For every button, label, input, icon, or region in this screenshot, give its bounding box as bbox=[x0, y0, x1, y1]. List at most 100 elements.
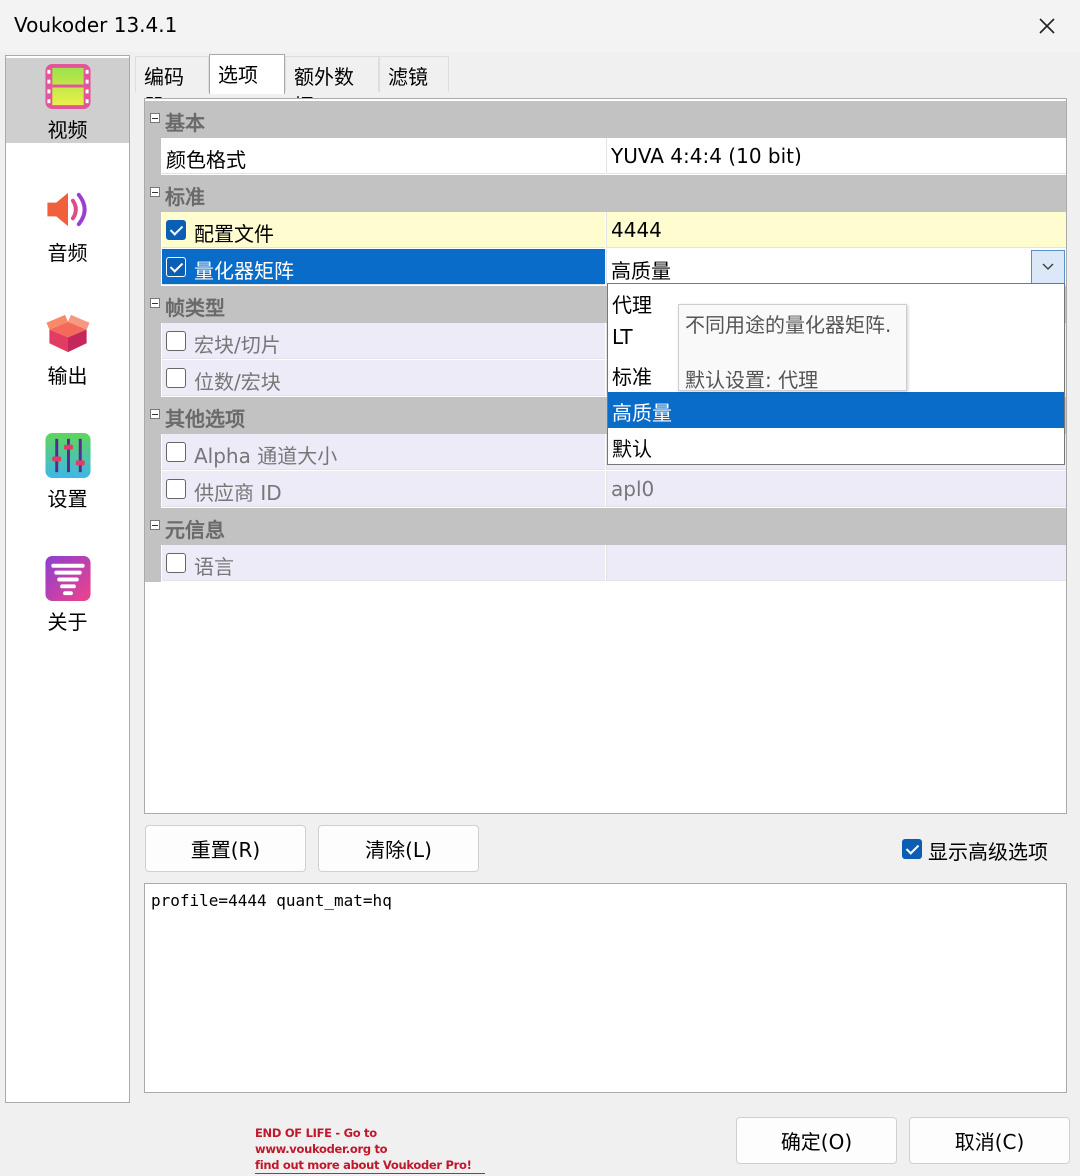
tooltip-default: 默认设置: 代理 bbox=[685, 368, 819, 392]
collapse-icon[interactable] bbox=[150, 520, 160, 530]
tooltip-description: 不同用途的量化器矩阵. bbox=[685, 313, 892, 337]
property-name-cell: 供应商 ID bbox=[162, 471, 605, 507]
dropdown-button[interactable] bbox=[1031, 250, 1065, 284]
property-name-cell: 颜色格式 bbox=[162, 138, 605, 174]
category-standard[interactable]: 标准 bbox=[145, 175, 1066, 212]
property-value-cell[interactable]: apl0 bbox=[606, 471, 1066, 507]
macroblock-slice-checkbox[interactable] bbox=[166, 331, 186, 351]
bits-per-mb-checkbox[interactable] bbox=[166, 368, 186, 388]
property-value: 4444 bbox=[611, 218, 662, 242]
title-bar: Voukoder 13.4.1 bbox=[0, 0, 1080, 52]
sidebar: 视频 音频 输出 设置 关于 bbox=[5, 55, 130, 1103]
property-name-cell: 语言 bbox=[162, 545, 605, 581]
box-icon bbox=[45, 314, 90, 353]
row-gutter bbox=[145, 471, 161, 508]
clear-button[interactable]: 清除(L) bbox=[318, 825, 479, 872]
property-value: 高质量 bbox=[611, 259, 671, 283]
profile-checkbox[interactable] bbox=[166, 220, 186, 240]
dropdown-option-selected[interactable]: 高质量 bbox=[608, 392, 1064, 428]
row-gutter bbox=[145, 360, 161, 397]
command-line-textarea[interactable]: profile=4444 quant_mat=hq bbox=[144, 883, 1067, 1093]
tornado-icon bbox=[44, 555, 91, 602]
category-label: 元信息 bbox=[165, 518, 225, 542]
category-label: 帧类型 bbox=[165, 296, 225, 320]
tab-label: 滤镜 bbox=[388, 65, 428, 89]
sidebar-item-label: 视频 bbox=[47, 118, 88, 142]
quant-matrix-checkbox[interactable] bbox=[166, 257, 186, 277]
sidebar-item-label: 输出 bbox=[47, 364, 88, 388]
sliders-icon bbox=[44, 432, 91, 479]
reset-button[interactable]: 重置(R) bbox=[145, 825, 306, 872]
sidebar-item-about[interactable]: 关于 bbox=[6, 550, 129, 635]
property-name-cell: 配置文件 bbox=[162, 212, 605, 248]
collapse-icon[interactable] bbox=[150, 113, 160, 123]
sidebar-item-label: 关于 bbox=[47, 610, 88, 634]
property-name-cell: Alpha 通道大小 bbox=[162, 434, 605, 470]
property-name: 量化器矩阵 bbox=[194, 259, 294, 283]
row-gutter bbox=[145, 434, 161, 471]
collapse-icon[interactable] bbox=[150, 409, 160, 419]
category-label: 标准 bbox=[165, 185, 205, 209]
row-gutter bbox=[145, 249, 161, 286]
eol-text-line: find out more about Voukoder Pro! bbox=[255, 1157, 485, 1174]
sidebar-item-video[interactable]: 视频 bbox=[6, 58, 129, 143]
sidebar-item-label: 音频 bbox=[47, 241, 88, 265]
sidebar-item-label: 设置 bbox=[47, 487, 88, 511]
video-icon bbox=[44, 63, 91, 110]
sidebar-item-audio[interactable]: 音频 bbox=[6, 181, 129, 266]
property-value-cell[interactable]: 4444 bbox=[606, 212, 1066, 248]
show-advanced-checkbox[interactable] bbox=[902, 839, 922, 859]
row-gutter bbox=[145, 323, 161, 360]
property-name-cell: 位数/宏块 bbox=[162, 360, 605, 396]
category-label: 其他选项 bbox=[165, 407, 245, 431]
property-row-language[interactable]: 语言 bbox=[145, 545, 1066, 582]
close-icon bbox=[1039, 18, 1055, 34]
property-name: Alpha 通道大小 bbox=[194, 444, 338, 468]
close-button[interactable] bbox=[1024, 6, 1070, 46]
alpha-bits-checkbox[interactable] bbox=[166, 442, 186, 462]
window-title: Voukoder 13.4.1 bbox=[14, 13, 178, 37]
ok-button[interactable]: 确定(O) bbox=[736, 1117, 897, 1164]
property-name: 语言 bbox=[194, 555, 234, 579]
sidebar-item-settings[interactable]: 设置 bbox=[6, 427, 129, 512]
property-row-profile[interactable]: 配置文件 4444 bbox=[145, 212, 1066, 249]
dropdown-option[interactable]: 默认 bbox=[608, 428, 1064, 464]
speaker-icon bbox=[46, 192, 87, 227]
chevron-down-icon bbox=[1042, 263, 1054, 270]
row-gutter bbox=[145, 545, 161, 582]
property-row-vendor-id[interactable]: 供应商 ID apl0 bbox=[145, 471, 1066, 508]
tab-encoder[interactable]: 编码器 bbox=[135, 56, 209, 118]
tab-filters[interactable]: 滤镜 bbox=[379, 56, 449, 92]
property-value-cell[interactable]: YUVA 4:4:4 (10 bit) bbox=[606, 138, 1066, 174]
tab-options[interactable]: 选项 bbox=[209, 54, 285, 94]
eol-text-line: END OF LIFE - Go to www.voukoder.org to bbox=[255, 1126, 388, 1156]
row-gutter bbox=[145, 212, 161, 249]
property-name: 配置文件 bbox=[194, 222, 274, 246]
property-name: 供应商 ID bbox=[194, 481, 282, 505]
end-of-life-link[interactable]: END OF LIFE - Go to www.voukoder.org to … bbox=[255, 1125, 485, 1174]
property-name-cell: 宏块/切片 bbox=[162, 323, 605, 359]
tab-label: 选项 bbox=[218, 63, 258, 87]
property-row-color-format[interactable]: 颜色格式 YUVA 4:4:4 (10 bit) bbox=[145, 138, 1066, 175]
property-value: YUVA 4:4:4 (10 bit) bbox=[611, 144, 802, 168]
tooltip: 不同用途的量化器矩阵. 默认设置: 代理 bbox=[678, 304, 907, 392]
property-name-cell: 量化器矩阵 bbox=[162, 249, 605, 285]
property-name: 位数/宏块 bbox=[194, 370, 281, 394]
tab-extra-data[interactable]: 额外数据 bbox=[285, 56, 379, 118]
cancel-button[interactable]: 取消(C) bbox=[909, 1117, 1070, 1164]
property-value-cell[interactable] bbox=[606, 545, 1066, 581]
property-value: apl0 bbox=[611, 477, 655, 501]
vendor-id-checkbox[interactable] bbox=[166, 479, 186, 499]
sidebar-item-output[interactable]: 输出 bbox=[6, 304, 129, 389]
collapse-icon[interactable] bbox=[150, 187, 160, 197]
property-name: 宏块/切片 bbox=[194, 333, 281, 357]
collapse-icon[interactable] bbox=[150, 298, 160, 308]
category-meta[interactable]: 元信息 bbox=[145, 508, 1066, 545]
category-basic[interactable]: 基本 bbox=[145, 101, 1066, 138]
language-checkbox[interactable] bbox=[166, 553, 186, 573]
property-row-quant-matrix[interactable]: 量化器矩阵 高质量 bbox=[145, 249, 1066, 286]
property-name: 颜色格式 bbox=[166, 148, 246, 172]
quant-matrix-combobox[interactable]: 高质量 bbox=[606, 249, 1066, 285]
row-gutter bbox=[145, 138, 161, 175]
category-label: 基本 bbox=[165, 111, 205, 135]
